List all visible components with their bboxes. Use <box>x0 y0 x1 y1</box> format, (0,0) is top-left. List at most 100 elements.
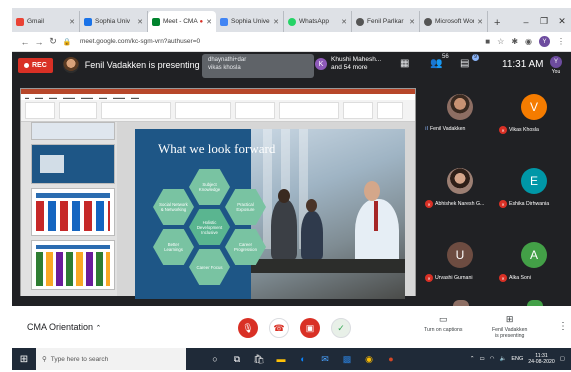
grid-view-icon[interactable]: ▦ <box>400 58 409 69</box>
extension-icon[interactable]: ✱ <box>511 37 518 46</box>
more-options-icon[interactable]: ⋮ <box>558 321 568 332</box>
media-icon[interactable]: ◉ <box>525 37 532 46</box>
recording-dot-icon <box>24 62 29 68</box>
chrome-icon[interactable]: ◉ <box>358 348 380 370</box>
profile-avatar[interactable]: Y <box>539 36 550 47</box>
new-tab-icon[interactable]: + <box>488 17 506 32</box>
minimize-icon[interactable]: – <box>517 17 535 27</box>
participant-tile[interactable]: E ✕ Eshika Dirhwania <box>497 156 571 211</box>
participant-name-row: ✕ Abhishek Naresh G... <box>425 200 497 208</box>
participant-tile[interactable]: ✕ Abhishek Naresh G... <box>423 156 497 211</box>
tab-close-icon[interactable]: ✕ <box>69 18 75 26</box>
slide-thumbnail[interactable] <box>31 240 115 290</box>
meeting-details-button[interactable]: CMA Orientation ⌃ <box>27 322 101 332</box>
url-field[interactable]: meet.google.com/kc-sgm-vrn?authuser=0 <box>80 38 485 45</box>
presenting-status: Fenil Vadakken is presenting <box>84 60 200 70</box>
camera-indicator-icon[interactable]: ■ <box>485 37 490 46</box>
forward-icon[interactable]: → <box>32 37 46 47</box>
participant-tile[interactable]: ıl Fenil Vadakken <box>423 82 497 137</box>
participant-name: Vikas Khosla <box>509 127 539 133</box>
ribbon-group <box>235 102 275 119</box>
tab-label: Sophia Unive <box>231 18 270 25</box>
mic-toggle-button[interactable]: 🎙 <box>238 318 258 338</box>
slide-thumbnail[interactable] <box>31 144 115 184</box>
slide-thumbnail[interactable] <box>31 122 115 140</box>
participant-name-row: ✕ Alka Soni <box>499 274 571 282</box>
browser-tab[interactable]: WhatsApp ✕ <box>284 11 352 32</box>
tab-close-icon[interactable]: ✕ <box>273 18 279 26</box>
browser-tab[interactable]: Sophia Unive ✕ <box>216 11 284 32</box>
task-view-icon[interactable]: ⧉ <box>226 348 248 370</box>
tray-chevron-icon[interactable]: ⌃ <box>470 356 475 362</box>
extension-check-button[interactable]: ✓ <box>331 318 351 338</box>
tab-close-icon[interactable]: ✕ <box>206 18 212 26</box>
browser-tab[interactable]: Fenil Parlkar ✕ <box>352 11 420 32</box>
participant-tile[interactable]: V ✕ Vikas Khosla <box>497 82 571 137</box>
ppt-tab: ▬▬ <box>131 94 139 100</box>
speaking-indicator-icon: ıl <box>425 126 428 132</box>
chat-notification[interactable]: dhaynathi+dar vikas khosla <box>202 54 314 78</box>
close-window-icon[interactable]: ✕ <box>553 16 571 27</box>
back-icon[interactable]: ← <box>18 37 32 47</box>
edge-icon[interactable]: ◐ <box>292 348 314 370</box>
slide-thumbnail[interactable] <box>31 188 115 236</box>
participant-name-row: ✕ Urvashi Gurnani <box>425 274 497 282</box>
presenter-avatar <box>62 57 79 73</box>
browser-tab[interactable]: Sophia Univ ✕ <box>80 11 148 32</box>
camera-toggle-button[interactable]: ▣ <box>300 318 320 338</box>
person-figure <box>301 211 323 259</box>
tab-favicon-icon <box>288 17 296 26</box>
joiner-notification: Khushi Mahesh... and 54 more <box>331 56 381 72</box>
tab-label: WhatsApp <box>299 18 329 25</box>
wifi-icon[interactable]: ◠ <box>490 356 495 362</box>
chat-notification-line: vikas khosla <box>208 65 241 71</box>
windows-start-icon[interactable]: ⊞ <box>12 354 36 365</box>
search-icon: ⚲ <box>42 356 47 363</box>
browser-tab-bar: Gmail ✕ Sophia Univ ✕ Meet - CMA ● ✕ Sophia … <box>12 8 571 32</box>
notification-icon[interactable]: ▢ <box>560 356 565 362</box>
ribbon-group <box>377 102 403 119</box>
mic-off-icon: ✕ <box>499 200 507 208</box>
language-indicator[interactable]: ENG <box>511 356 523 362</box>
tab-close-icon[interactable]: ✕ <box>477 18 483 26</box>
browser-tab-active[interactable]: Meet - CMA ● ✕ <box>148 11 216 32</box>
people-icon[interactable]: 👥 <box>430 58 442 69</box>
taskbar-search[interactable]: ⚲ Type here to search <box>36 348 186 370</box>
store-icon[interactable]: 🛍 <box>248 348 270 370</box>
taskbar-clock[interactable]: 11:31 24-08-2020 <box>528 353 555 365</box>
lock-icon: 🔒 <box>62 38 72 46</box>
tab-close-icon[interactable]: ✕ <box>341 18 347 26</box>
hex-lower-left: Better Learnings <box>153 229 194 265</box>
participant-tile[interactable]: A ✕ Alka Soni <box>497 230 571 285</box>
tab-label: Fenil Parlkar <box>367 18 404 25</box>
captions-button[interactable]: ▭ Turn on captions <box>424 314 462 333</box>
volume-icon[interactable]: 🔈 <box>499 356 506 362</box>
browser-tab[interactable]: Gmail ✕ <box>12 11 80 32</box>
browser-tab[interactable]: Microsoft Wor ✕ <box>420 11 488 32</box>
file-explorer-icon[interactable]: ▬ <box>270 348 292 370</box>
chat-icon[interactable]: ▤ <box>460 58 469 69</box>
current-slide: What we look forward Subject Knowledge S… <box>135 129 405 299</box>
person-figure <box>271 199 297 259</box>
cortana-icon[interactable]: ○ <box>204 348 226 370</box>
ribbon-group <box>279 102 339 119</box>
word-icon[interactable]: ▩ <box>336 348 358 370</box>
logo-strip <box>36 252 110 286</box>
participant-avatar: U <box>447 242 473 268</box>
mail-icon[interactable]: ✉ <box>314 348 336 370</box>
tab-close-icon[interactable]: ✕ <box>137 18 143 26</box>
browser-menu-icon[interactable]: ⋮ <box>557 37 565 46</box>
participant-tile[interactable]: U ✕ Urvashi Gurnani <box>423 230 497 285</box>
tab-favicon-icon <box>16 17 24 26</box>
leave-call-button[interactable]: ☎ <box>269 318 289 338</box>
reload-icon[interactable]: ↻ <box>46 36 60 47</box>
hex-center: Holistic Development Inclusive <box>189 209 230 245</box>
battery-icon[interactable]: ▭ <box>479 356 484 362</box>
tab-close-icon[interactable]: ✕ <box>409 18 415 26</box>
maximize-icon[interactable]: ❐ <box>535 16 553 27</box>
powerpoint-icon[interactable]: ● <box>380 348 402 370</box>
bookmark-star-icon[interactable]: ☆ <box>497 37 504 46</box>
chat-notification-line: dhaynathi+dar <box>208 57 247 63</box>
self-tile[interactable]: Y You <box>550 56 562 75</box>
presenting-button[interactable]: ⊞ Fenil Vadakken is presenting <box>492 314 527 339</box>
